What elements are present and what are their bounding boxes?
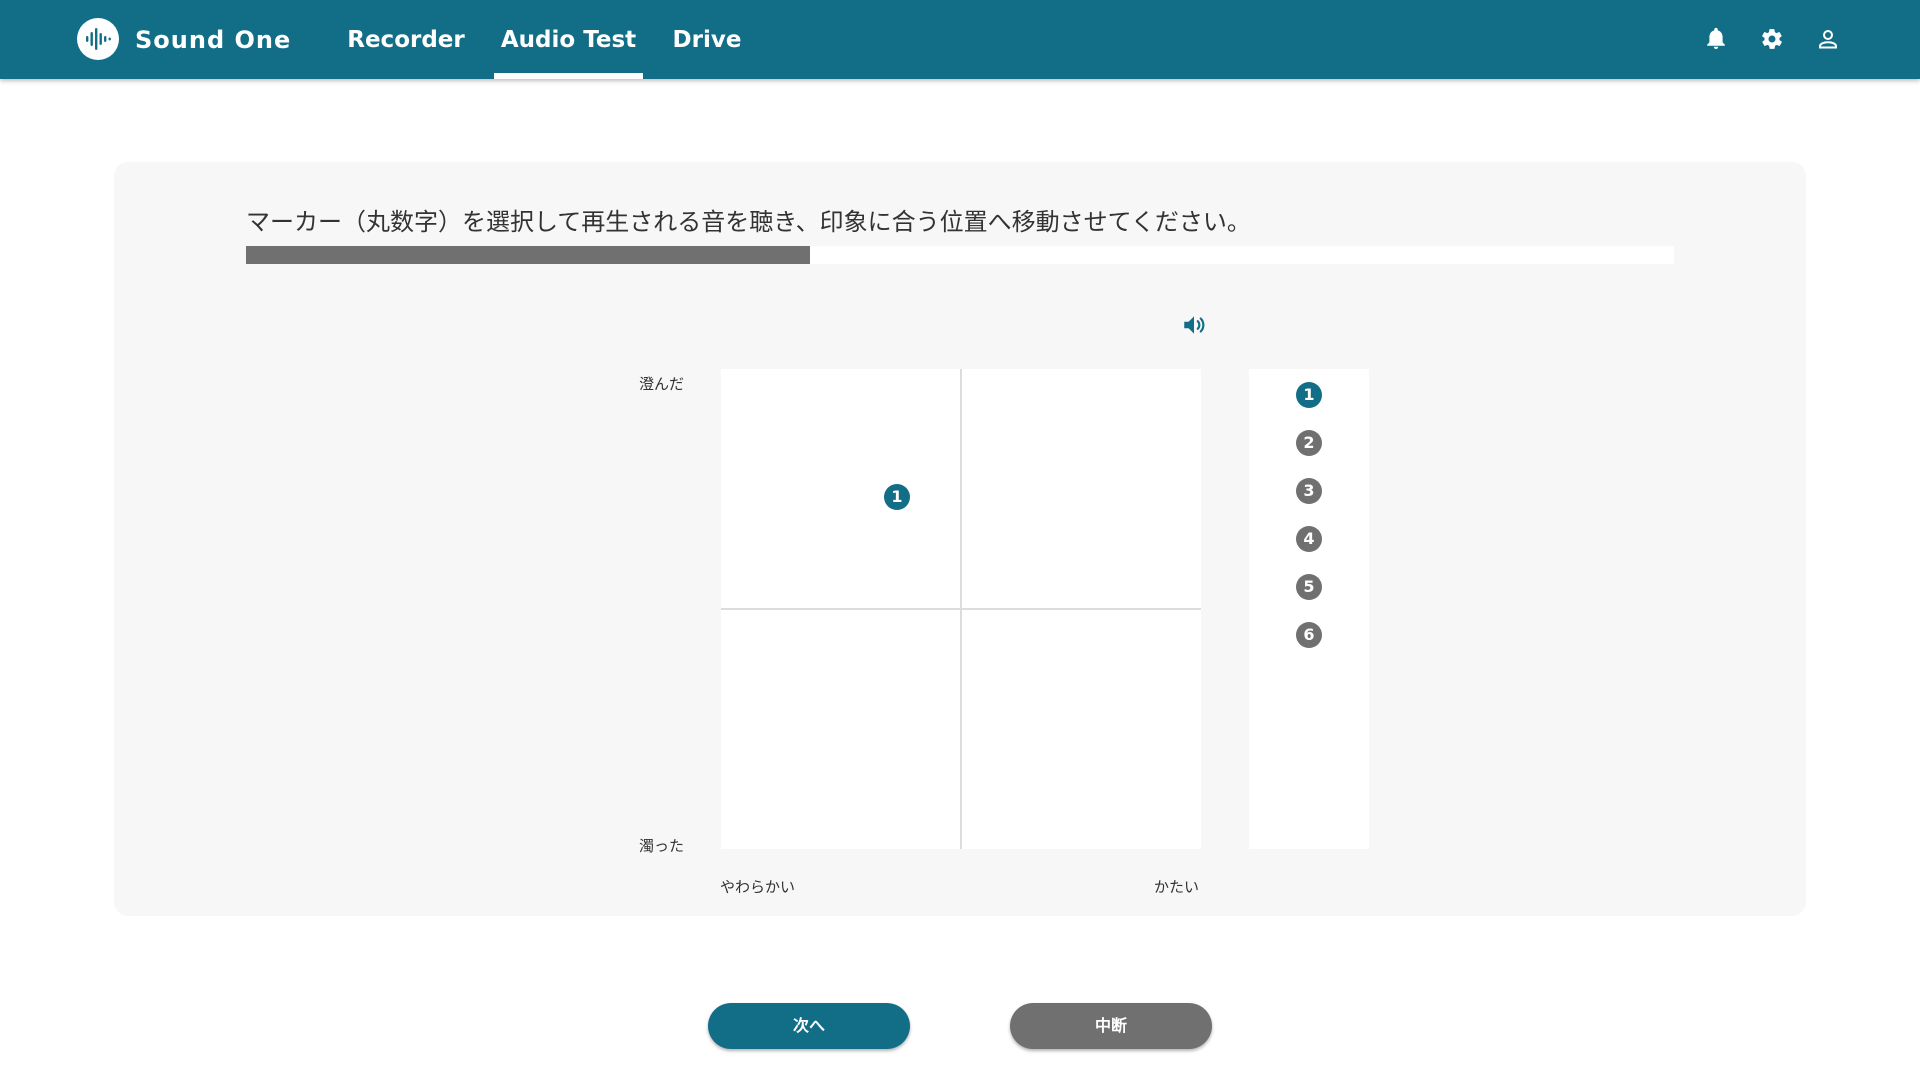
marker-item-6[interactable]: 6 [1296, 622, 1322, 648]
bell-icon[interactable] [1704, 27, 1728, 51]
tab-drive[interactable]: Drive [668, 0, 746, 79]
user-icon[interactable] [1816, 27, 1840, 51]
instruction-text: マーカー（丸数字）を選択して再生される音を聴き、印象に合う位置へ移動させてくださ… [246, 208, 1251, 236]
tab-audio-test[interactable]: Audio Test [494, 0, 643, 79]
marker-item-2[interactable]: 2 [1296, 430, 1322, 456]
abort-button[interactable]: 中断 [1010, 1003, 1212, 1049]
marker-list: 1 2 3 4 5 6 [1249, 369, 1369, 849]
marker-item-5[interactable]: 5 [1296, 574, 1322, 600]
gear-icon[interactable] [1760, 27, 1784, 51]
axis-label-top: 澄んだ [639, 375, 685, 393]
progress-fill [246, 246, 811, 264]
marker-item-1[interactable]: 1 [1296, 382, 1322, 408]
brand-name[interactable]: Sound One [135, 22, 291, 58]
axis-label-right: かたい [1154, 878, 1200, 896]
next-button[interactable]: 次へ [708, 1003, 910, 1049]
waveform-icon[interactable] [77, 18, 119, 60]
placed-marker-1[interactable]: 1 [884, 484, 910, 510]
marker-item-3[interactable]: 3 [1296, 478, 1322, 504]
impression-grid[interactable]: 1 [721, 369, 1201, 849]
test-panel: マーカー（丸数字）を選択して再生される音を聴き、印象に合う位置へ移動させてくださ… [114, 162, 1806, 916]
grid-horizontal-axis [721, 608, 1201, 610]
speaker-icon[interactable] [1181, 312, 1207, 338]
progress-bar [246, 246, 1674, 264]
app-header: Sound One Recorder Audio Test Drive [0, 0, 1920, 79]
tab-recorder[interactable]: Recorder [344, 0, 468, 79]
axis-label-left: やわらかい [720, 878, 796, 896]
axis-label-bottom: 濁った [639, 837, 685, 855]
marker-item-4[interactable]: 4 [1296, 526, 1322, 552]
